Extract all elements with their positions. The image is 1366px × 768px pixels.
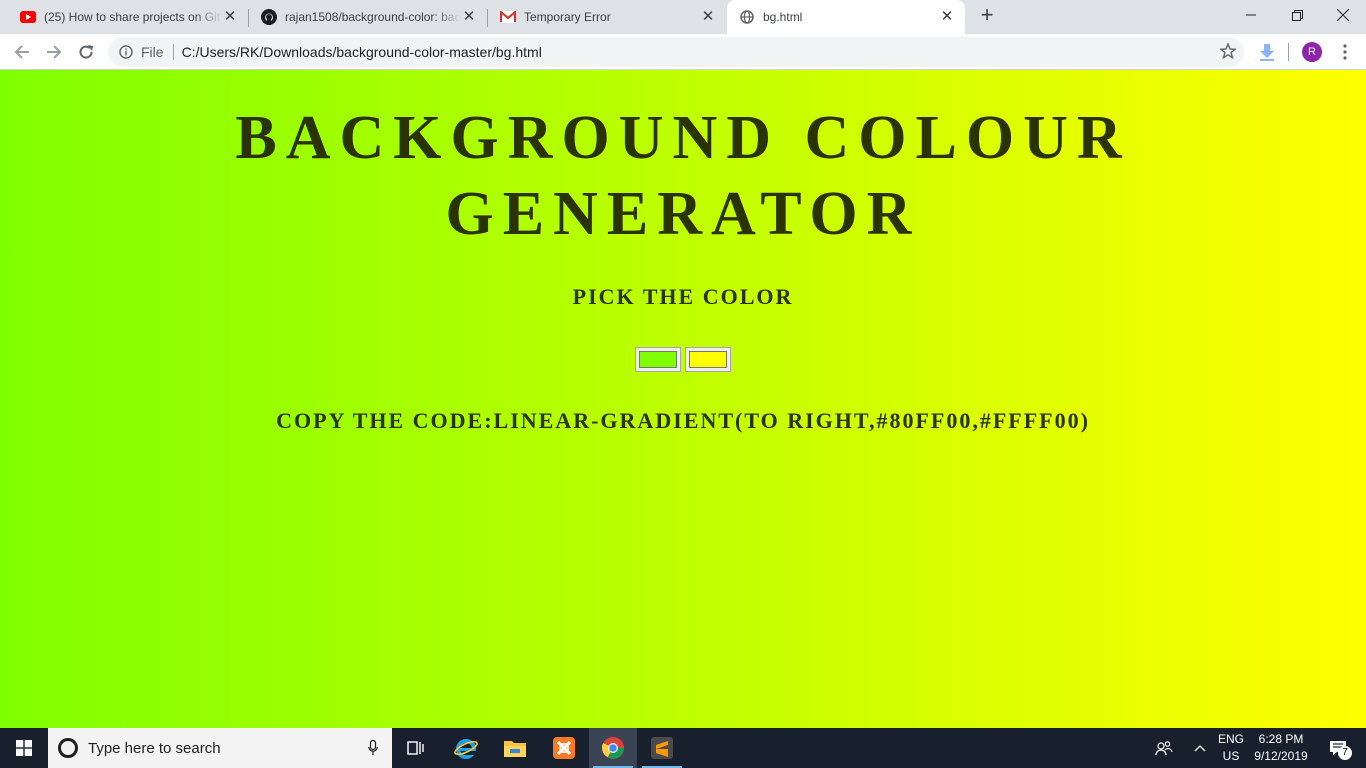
chrome-icon — [601, 737, 624, 759]
minimize-button[interactable] — [1228, 0, 1274, 30]
title-line-1: BACKGROUND COLOUR — [235, 104, 1131, 172]
minimize-icon — [1246, 14, 1256, 16]
clock-date: 9/12/2019 — [1254, 749, 1308, 763]
kebab-menu-icon — [1343, 44, 1347, 60]
input-language[interactable]: ENG US — [1216, 731, 1246, 765]
address-bar[interactable]: File C:/Users/RK/Downloads/background-co… — [108, 37, 1244, 67]
globe-icon — [739, 9, 755, 25]
color-pickers — [635, 347, 731, 372]
github-icon — [261, 9, 277, 25]
forward-arrow-icon — [47, 45, 62, 59]
start-button[interactable] — [0, 728, 48, 768]
taskbar-file-explorer[interactable] — [491, 728, 539, 768]
url-text[interactable]: C:/Users/RK/Downloads/background-color-m… — [182, 44, 542, 60]
youtube-icon — [20, 9, 36, 25]
browser-toolbar: File C:/Users/RK/Downloads/background-co… — [0, 34, 1366, 70]
color-swatch-1 — [639, 351, 677, 368]
clock-time: 6:28 PM — [1258, 732, 1304, 746]
show-hidden-icons-button[interactable] — [1188, 728, 1212, 768]
taskbar-search[interactable]: Type here to search — [48, 728, 392, 768]
pick-color-heading: PICK THE COLOR — [572, 284, 794, 309]
restore-button[interactable] — [1274, 0, 1320, 30]
language-code: ENG — [1217, 732, 1244, 746]
taskbar-xampp[interactable] — [540, 728, 588, 768]
forward-button[interactable] — [40, 38, 68, 66]
close-icon — [1337, 9, 1349, 21]
action-center-button[interactable]: 7 — [1318, 728, 1358, 768]
info-icon[interactable] — [119, 45, 133, 59]
page-content: BACKGROUND COLOUR GENERATOR PICK THE COL… — [0, 70, 1366, 728]
download-icon — [1260, 44, 1274, 61]
tab-gmail[interactable]: Temporary Error ✕ — [488, 0, 726, 34]
gmail-icon — [500, 9, 516, 25]
tab-title: bg.html — [763, 10, 803, 24]
tab-title: Temporary Error — [524, 10, 611, 24]
download-button[interactable] — [1253, 38, 1281, 66]
bookmark-star-icon[interactable] — [1219, 42, 1237, 62]
title-line-2: GENERATOR — [445, 180, 921, 248]
people-icon — [1155, 741, 1173, 756]
windows-taskbar: Type here to search ENG US 6:28 PM 9/12/… — [0, 728, 1366, 768]
new-tab-button[interactable]: + — [976, 4, 998, 27]
people-button[interactable] — [1150, 728, 1178, 768]
taskbar-sublime-text[interactable] — [638, 728, 686, 768]
search-placeholder: Type here to search — [88, 739, 221, 757]
back-button[interactable] — [8, 38, 36, 66]
close-icon[interactable]: ✕ — [461, 9, 477, 25]
css-code-output: COPY THE CODE:LINEAR-GRADIENT(TO RIGHT,#… — [276, 408, 1090, 433]
restore-icon — [1291, 9, 1303, 21]
page-title: BACKGROUND COLOUR GENERATOR — [0, 100, 1366, 252]
divider — [1288, 43, 1289, 61]
tab-youtube[interactable]: (25) How to share projects on Git ✕ — [8, 0, 248, 34]
microphone-icon[interactable] — [368, 740, 378, 756]
system-clock[interactable]: 6:28 PM 9/12/2019 — [1250, 731, 1312, 765]
url-scheme-label: File — [141, 44, 164, 60]
close-icon[interactable]: ✕ — [222, 9, 238, 25]
back-arrow-icon — [14, 45, 29, 59]
tab-github[interactable]: rajan1508/background-color: bac ✕ — [249, 0, 487, 34]
tab-bg-html[interactable]: bg.html ✕ — [727, 0, 965, 34]
tab-title: rajan1508/background-color: bac — [285, 10, 461, 24]
menu-button[interactable] — [1331, 38, 1359, 66]
close-icon[interactable]: ✕ — [700, 9, 716, 25]
divider — [172, 44, 174, 60]
folder-icon — [504, 741, 526, 757]
color-swatch-2 — [689, 351, 727, 368]
keyboard-layout: US — [1222, 749, 1240, 763]
taskbar-edge[interactable] — [442, 728, 490, 768]
tab-title: (25) How to share projects on Git — [44, 10, 221, 24]
chevron-up-icon — [1194, 745, 1206, 752]
color-picker-2[interactable] — [685, 347, 731, 372]
profile-avatar[interactable]: R — [1302, 42, 1322, 62]
internet-explorer-icon — [454, 739, 478, 759]
reload-icon — [79, 45, 93, 59]
notification-count-badge: 7 — [1338, 746, 1352, 760]
close-icon[interactable]: ✕ — [939, 9, 955, 25]
sublime-text-icon — [651, 737, 673, 759]
windows-logo-icon — [16, 740, 32, 756]
color-picker-1[interactable] — [635, 347, 681, 372]
taskbar-chrome[interactable] — [589, 728, 637, 768]
reload-button[interactable] — [72, 38, 100, 66]
close-window-button[interactable] — [1320, 0, 1366, 30]
tab-strip: (25) How to share projects on Git ✕ raja… — [0, 0, 1366, 34]
cortana-icon — [58, 738, 78, 758]
xampp-icon — [553, 737, 575, 759]
task-view-button[interactable] — [392, 728, 440, 768]
task-view-icon — [407, 741, 424, 755]
